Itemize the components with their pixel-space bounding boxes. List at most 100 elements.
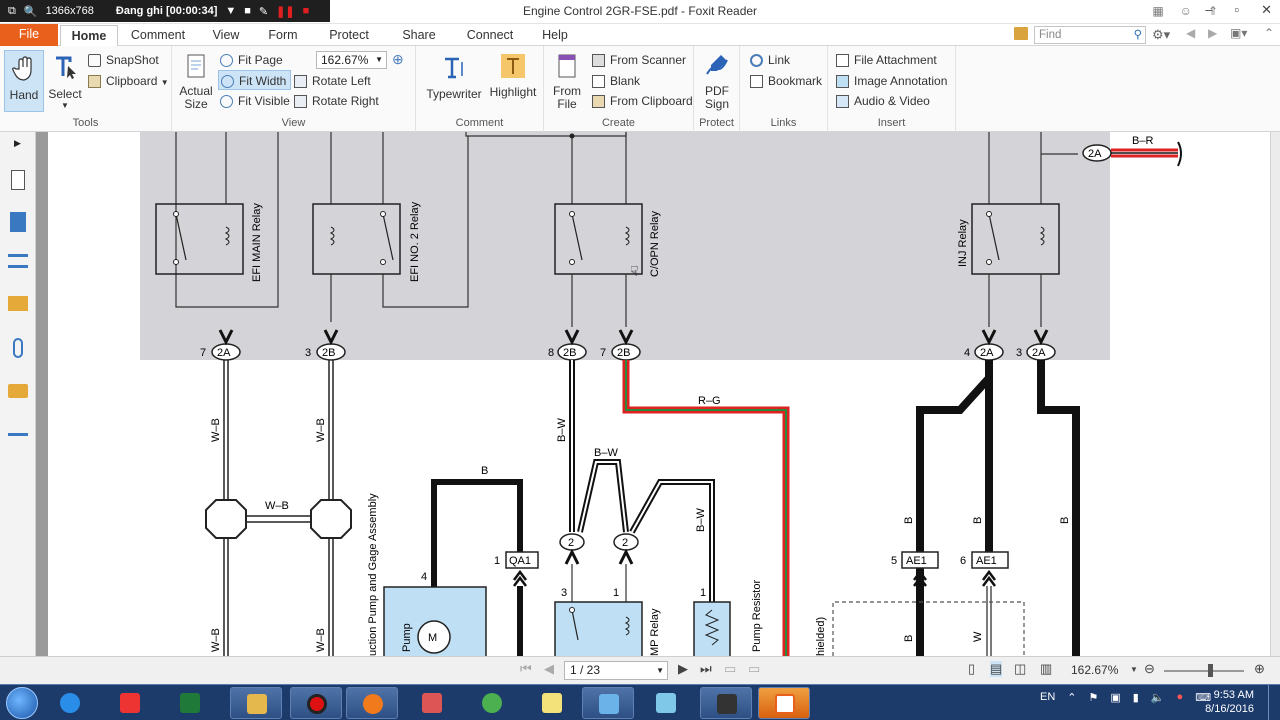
tab-help[interactable]: Help bbox=[538, 25, 572, 46]
taskbar-app-window[interactable] bbox=[582, 687, 634, 719]
flag-icon[interactable]: ⚑ bbox=[1089, 691, 1099, 704]
page-thumbnail-icon[interactable] bbox=[11, 170, 25, 190]
previous-page-icon[interactable]: ◀ bbox=[544, 661, 554, 677]
zoom-dropdown-icon[interactable]: ▼ bbox=[1130, 665, 1138, 674]
actual-size-button[interactable]: Actual Size bbox=[176, 52, 216, 111]
show-desktop-button[interactable] bbox=[1268, 685, 1280, 720]
from-file-button[interactable]: From File bbox=[550, 52, 584, 111]
taskbar-app-pdf[interactable] bbox=[104, 687, 156, 719]
taskbar-app-ie[interactable] bbox=[44, 687, 96, 719]
comments-icon[interactable] bbox=[8, 296, 28, 311]
clipboard-button[interactable]: Clipboard ▼ bbox=[88, 71, 169, 91]
file-attachment-button[interactable]: File Attachment bbox=[836, 50, 937, 70]
from-clipboard-button[interactable]: From Clipboard bbox=[592, 91, 693, 111]
close-icon[interactable]: ✕ bbox=[1261, 2, 1272, 18]
zoom-status[interactable]: 162.67% bbox=[1071, 663, 1118, 677]
taskbar-app-hacker[interactable] bbox=[700, 687, 752, 719]
fit-visible-label: Fit Visible bbox=[238, 94, 290, 108]
folder-icon[interactable] bbox=[1014, 27, 1028, 40]
fit-width-button[interactable]: Fit Width bbox=[218, 70, 292, 90]
clock[interactable]: 9:53 AM 8/16/2016 bbox=[1205, 688, 1254, 716]
image-annotation-button[interactable]: Image Annotation bbox=[836, 71, 947, 91]
attachments-icon[interactable] bbox=[13, 338, 23, 358]
settings-icon[interactable]: ⚙▾ bbox=[1152, 27, 1170, 43]
select-button[interactable]: Select ▼ bbox=[46, 54, 84, 110]
taskbar-app-explorer[interactable] bbox=[230, 687, 282, 719]
continuous-page-icon[interactable]: ▤ bbox=[990, 661, 1003, 677]
rotate-right-button[interactable]: Rotate Right bbox=[294, 91, 379, 111]
highlight-button[interactable]: Highlight bbox=[488, 52, 538, 99]
start-button[interactable] bbox=[6, 687, 38, 719]
bookmark-button[interactable]: Bookmark bbox=[750, 71, 822, 91]
view-icon[interactable]: ▭ bbox=[724, 661, 736, 677]
view-icon[interactable]: ▭ bbox=[748, 661, 760, 677]
taskbar-app-firefox[interactable] bbox=[346, 687, 398, 719]
search-icon[interactable]: ⚲ bbox=[1134, 27, 1142, 43]
rotate-left-label: Rotate Left bbox=[312, 74, 371, 88]
lock-icon[interactable] bbox=[8, 384, 28, 398]
next-page-icon[interactable]: ▶ bbox=[678, 661, 688, 677]
minimize-icon[interactable]: – bbox=[1205, 2, 1212, 18]
continuous-facing-icon[interactable]: ▥ bbox=[1040, 661, 1052, 677]
grid-icon[interactable]: ▦ bbox=[1152, 4, 1163, 18]
link-button[interactable]: Link bbox=[750, 50, 790, 70]
pdf-sign-button[interactable]: PDF Sign bbox=[698, 52, 736, 111]
zoom-out-icon[interactable]: ⊖ bbox=[1144, 661, 1155, 677]
zoom-slider-thumb[interactable] bbox=[1208, 664, 1213, 677]
snapshot-button[interactable]: SnapShot bbox=[88, 50, 159, 70]
network-icon[interactable]: ▣ bbox=[1110, 691, 1120, 704]
zoom-select[interactable]: 162.67% ▼ bbox=[316, 51, 387, 69]
hand-button[interactable]: Hand bbox=[4, 50, 44, 112]
tab-share[interactable]: Share bbox=[398, 25, 440, 46]
maximize-icon[interactable]: ▫ bbox=[1234, 2, 1239, 18]
facing-page-icon[interactable]: ◫ bbox=[1014, 661, 1026, 677]
taskbar-app-foxit[interactable] bbox=[758, 687, 810, 719]
audio-video-button[interactable]: Audio & Video bbox=[836, 91, 930, 111]
tab-form[interactable]: Form bbox=[262, 25, 304, 46]
rotate-left-button[interactable]: Rotate Left bbox=[294, 71, 371, 91]
expand-panel-icon[interactable]: ▶ bbox=[14, 138, 34, 158]
forward-icon[interactable]: ▶ bbox=[1208, 26, 1217, 40]
antivirus-icon[interactable]: ● bbox=[1177, 691, 1184, 704]
volume-icon[interactable]: 🔈 bbox=[1151, 691, 1165, 704]
typewriter-button[interactable]: Typewriter bbox=[424, 54, 484, 101]
page-number-input[interactable]: 1 / 23 ▼ bbox=[564, 661, 668, 680]
pdf-page[interactable]: EFI MAIN Relay EFI NO. 2 Relay C/OPN Rel… bbox=[48, 132, 1270, 656]
tab-comment[interactable]: Comment bbox=[128, 25, 188, 46]
battery-icon[interactable]: ▮ bbox=[1133, 691, 1139, 704]
vertical-scrollbar[interactable] bbox=[1270, 132, 1280, 656]
single-page-icon[interactable]: ▯ bbox=[968, 661, 975, 677]
zoom-slider[interactable] bbox=[1164, 670, 1244, 672]
taskbar-app-excel[interactable] bbox=[164, 687, 216, 719]
taskbar-app-editor[interactable] bbox=[640, 687, 692, 719]
taskbar-app-notes[interactable] bbox=[526, 687, 578, 719]
tab-protect[interactable]: Protect bbox=[324, 25, 374, 46]
collapse-icon[interactable]: ⌃ bbox=[1264, 26, 1274, 40]
taskbar-app-recorder[interactable] bbox=[290, 687, 342, 719]
tab-home[interactable]: Home bbox=[60, 25, 118, 47]
user-icon[interactable]: ☺ bbox=[1180, 4, 1192, 18]
zoom-in-icon[interactable]: ⊕ bbox=[1254, 661, 1265, 677]
blank-button[interactable]: Blank bbox=[592, 71, 640, 91]
first-page-icon[interactable]: ⏮ bbox=[520, 661, 532, 677]
tab-file[interactable]: File bbox=[0, 24, 58, 46]
taskbar-app-globe[interactable] bbox=[466, 687, 518, 719]
fit-page-button[interactable]: Fit Page bbox=[220, 50, 283, 70]
select-dropdown-icon[interactable]: ▼ bbox=[46, 101, 84, 110]
from-scanner-button[interactable]: From Scanner bbox=[592, 50, 686, 70]
tab-view[interactable]: View bbox=[204, 25, 248, 46]
document-area[interactable]: EFI MAIN Relay EFI NO. 2 Relay C/OPN Rel… bbox=[36, 132, 1270, 656]
pages-icon[interactable] bbox=[10, 212, 26, 232]
signature-icon[interactable] bbox=[8, 424, 28, 436]
user-dropdown-icon[interactable]: ▣▾ bbox=[1230, 26, 1247, 40]
tray-expand-icon[interactable]: ⌃ bbox=[1067, 691, 1076, 704]
layers-icon[interactable] bbox=[8, 254, 28, 268]
last-page-icon[interactable]: ⏭ bbox=[700, 661, 712, 677]
tab-connect[interactable]: Connect bbox=[464, 25, 516, 46]
fit-visible-button[interactable]: Fit Visible bbox=[220, 91, 290, 111]
taskbar-app-tool[interactable] bbox=[406, 687, 458, 719]
language-indicator[interactable]: EN bbox=[1040, 691, 1055, 704]
back-icon[interactable]: ◀ bbox=[1186, 26, 1195, 40]
find-input[interactable]: Find ⚲ bbox=[1034, 26, 1146, 44]
zoom-in-icon[interactable]: ⊕ bbox=[392, 51, 404, 68]
